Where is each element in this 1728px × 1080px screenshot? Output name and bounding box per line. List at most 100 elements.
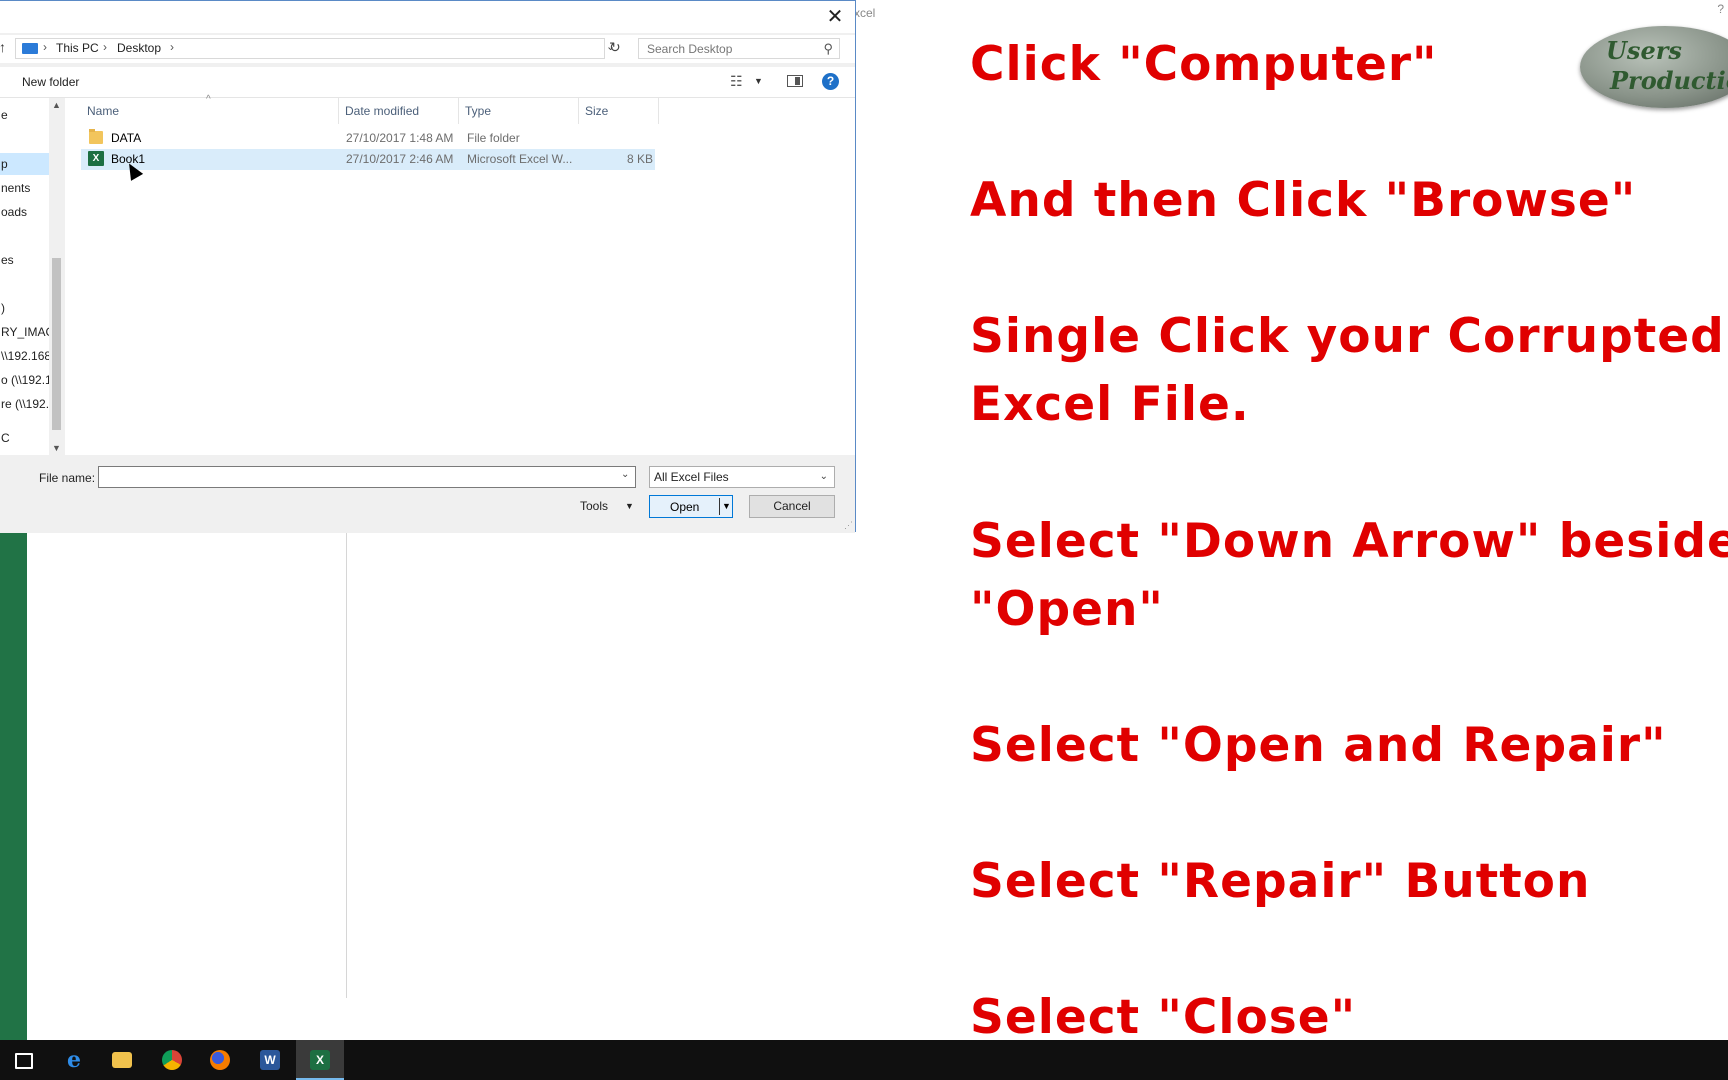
file-size: 8 KB <box>627 152 654 166</box>
instruction-4b: "Open" <box>970 582 1164 637</box>
tools-button[interactable]: Tools <box>580 499 608 513</box>
nav-item[interactable]: es <box>1 253 14 267</box>
file-type: Microsoft Excel W... <box>467 152 573 166</box>
task-view-icon[interactable] <box>0 1040 48 1080</box>
backstage-divider <box>346 530 347 998</box>
excel-icon[interactable]: X <box>296 1040 344 1080</box>
nav-item[interactable]: C <box>1 431 10 445</box>
column-date-modified[interactable]: Date modified <box>339 98 459 124</box>
scroll-down-icon[interactable]: ▼ <box>52 443 61 453</box>
folder-icon <box>89 129 103 144</box>
open-dropdown-arrow-icon[interactable]: ▼ <box>722 501 731 511</box>
dialog-titlebar: ✕ <box>0 1 855 33</box>
file-row-data[interactable]: DATA 27/10/2017 1:48 AM File folder <box>81 128 655 149</box>
nav-item-desktop[interactable]: p <box>0 153 49 175</box>
new-folder-button[interactable]: New folder <box>22 75 79 89</box>
file-row-book1[interactable]: X Book1 27/10/2017 2:46 AM Microsoft Exc… <box>81 149 655 170</box>
nav-item[interactable]: RY_IMAG <box>1 325 49 339</box>
instruction-6: Select "Repair" Button <box>970 854 1591 909</box>
navigation-scrollbar[interactable]: ▲ ▼ <box>50 98 63 455</box>
file-list: Name ^ Date modified Type Size DATA 27/1… <box>65 94 855 455</box>
file-type: File folder <box>467 131 520 145</box>
column-date-label: Date modified <box>345 104 420 118</box>
breadcrumb-this-pc[interactable]: This PC <box>56 41 99 55</box>
close-icon[interactable]: ✕ <box>821 3 849 31</box>
chevron-down-icon[interactable]: ⌄ <box>820 467 828 487</box>
column-type-label: Type <box>465 104 492 118</box>
word-glyph: W <box>260 1050 280 1070</box>
open-button[interactable]: Open ▼ <box>649 495 733 518</box>
task-view-glyph <box>15 1053 33 1069</box>
chevron-right-icon[interactable]: › <box>103 40 107 54</box>
this-pc-icon <box>22 43 38 54</box>
edge-icon[interactable]: e <box>50 1040 98 1080</box>
open-split-divider <box>719 498 720 515</box>
nav-item[interactable]: \\192.168 <box>1 349 49 363</box>
chevron-down-icon[interactable]: ⌄ <box>621 469 629 480</box>
nav-item[interactable]: oads <box>1 205 27 219</box>
chrome-icon[interactable] <box>148 1040 196 1080</box>
logo-line-1: Users <box>1606 36 1682 65</box>
watermark-logo: Users Production <box>1580 26 1728 108</box>
nav-item[interactable]: ) <box>1 301 5 315</box>
nav-item[interactable]: nents <box>1 181 30 195</box>
instruction-3b: Excel File. <box>970 377 1250 432</box>
dialog-toolbar: New folder ☷ ▼ ? <box>0 67 855 98</box>
firefox-glyph <box>210 1050 230 1070</box>
column-name-label: Name <box>87 104 120 118</box>
taskbar: e W X <box>0 1040 1728 1080</box>
breadcrumb-desktop[interactable]: Desktop <box>117 41 161 55</box>
cancel-button[interactable]: Cancel <box>749 495 835 518</box>
column-size-label: Size <box>585 104 609 118</box>
chevron-right-icon[interactable]: › <box>170 40 174 54</box>
file-type-filter-value: All Excel Files <box>654 470 729 484</box>
resize-grip-icon[interactable]: ⋰ <box>844 520 853 531</box>
chevron-down-icon[interactable]: ▼ <box>754 76 763 86</box>
chrome-glyph <box>162 1050 182 1070</box>
excel-window-title: xcel <box>854 6 876 20</box>
search-placeholder: Search Desktop <box>647 42 733 56</box>
sort-ascending-icon: ^ <box>206 94 211 105</box>
open-button-label: Open <box>670 500 700 514</box>
dialog-footer: File name: ⌄ All Excel Files ⌄ Tools ▼ O… <box>0 457 855 533</box>
instruction-3a: Single Click your Corrupted <box>970 309 1725 364</box>
nav-item[interactable]: e <box>1 108 8 122</box>
scroll-up-icon[interactable]: ▲ <box>52 100 61 110</box>
nav-item[interactable]: re (\\192.1 <box>1 397 49 411</box>
excel-glyph: X <box>310 1050 330 1070</box>
help-icon[interactable]: ? <box>822 73 839 90</box>
address-row: ↑ › This PC › Desktop › ⌄ ↻ Search Deskt… <box>0 35 855 63</box>
address-bar[interactable]: › This PC › Desktop › ⌄ <box>15 38 615 59</box>
view-options-icon[interactable]: ☷ <box>730 73 743 90</box>
column-size[interactable]: Size <box>579 98 659 124</box>
file-date: 27/10/2017 1:48 AM <box>346 131 454 145</box>
open-file-dialog: ✕ ↑ › This PC › Desktop › ⌄ ↻ Search Des… <box>0 0 856 533</box>
file-name-input[interactable] <box>98 466 636 488</box>
navigation-pane: e p nents oads es ) RY_IMAG \\192.168 o … <box>0 98 49 455</box>
instruction-5: Select "Open and Repair" <box>970 718 1667 773</box>
edge-glyph: e <box>67 1047 81 1073</box>
search-input[interactable]: Search Desktop ⚲ <box>638 38 840 59</box>
instruction-1: Click "Computer" <box>970 37 1438 92</box>
instruction-4a: Select "Down Arrow" beside <box>970 514 1728 569</box>
preview-pane-icon[interactable] <box>787 75 803 87</box>
refresh-icon[interactable]: ↻ <box>609 39 621 56</box>
file-date: 27/10/2017 2:46 AM <box>346 152 454 166</box>
chevron-right-icon: › <box>43 40 47 54</box>
up-arrow-icon[interactable]: ↑ <box>0 39 6 55</box>
file-name: DATA <box>111 131 142 145</box>
search-icon[interactable]: ⚲ <box>823 41 833 57</box>
word-icon[interactable]: W <box>246 1040 294 1080</box>
chevron-down-icon[interactable]: ▼ <box>625 501 634 511</box>
excel-help-icon[interactable]: ? <box>1717 2 1724 16</box>
file-explorer-icon[interactable] <box>98 1040 146 1080</box>
nav-item[interactable]: o (\\192.16 <box>1 373 49 387</box>
file-name-label: File name: <box>39 471 96 485</box>
column-type[interactable]: Type <box>459 98 579 124</box>
firefox-icon[interactable] <box>196 1040 244 1080</box>
instruction-2: And then Click "Browse" <box>970 173 1637 228</box>
scroll-thumb[interactable] <box>52 258 61 430</box>
file-explorer-glyph <box>112 1052 132 1068</box>
file-type-filter[interactable]: All Excel Files ⌄ <box>649 466 835 488</box>
logo-line-2: Production <box>1610 66 1728 95</box>
